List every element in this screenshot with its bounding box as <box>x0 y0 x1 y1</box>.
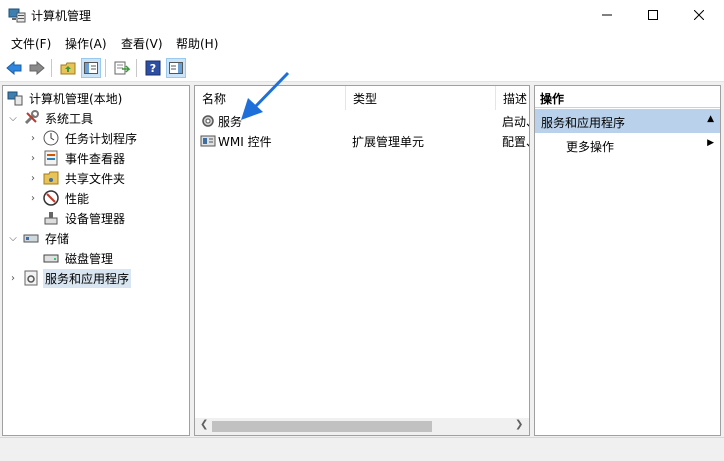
tree-item-root[interactable]: 计算机管理(本地) <box>7 88 124 108</box>
scroll-right-icon[interactable]: ❯ <box>515 419 523 430</box>
help-icon[interactable]: ? <box>143 58 163 78</box>
detail-list[interactable]: 名称 类型 描述 服务 启动、 WMI 控件 扩展管理单元 配置、 ❮ ❯ <box>194 85 530 436</box>
maximize-button[interactable] <box>630 0 676 30</box>
clock-icon <box>43 130 59 146</box>
chevron-right-icon[interactable]: › <box>27 152 39 164</box>
collapse-icon[interactable]: ▲ <box>707 114 714 124</box>
close-button[interactable] <box>676 0 722 30</box>
show-tree-icon[interactable] <box>81 58 101 78</box>
actions-group-label: 服务和应用程序 <box>541 116 626 130</box>
window-title: 计算机管理 <box>31 9 92 23</box>
services-apps-icon <box>23 270 39 286</box>
tree-item-disk-management[interactable]: 磁盘管理 <box>39 248 115 268</box>
navigation-tree[interactable]: 计算机管理(本地) ⌵ 系统工具 › 任务计划程序 › 事件查看器 › 共享文件… <box>2 85 190 436</box>
horizontal-scrollbar[interactable]: ❮ ❯ <box>195 418 529 435</box>
chevron-right-icon[interactable]: › <box>27 132 39 144</box>
chevron-down-icon[interactable]: ⌵ <box>7 112 19 124</box>
tree-item-event-viewer[interactable]: › 事件查看器 <box>27 148 127 168</box>
chevron-right-icon[interactable]: › <box>7 272 19 284</box>
tree-item-device-manager[interactable]: 设备管理器 <box>39 208 127 228</box>
toolbar-separator <box>136 59 137 77</box>
chevron-right-icon[interactable]: › <box>27 172 39 184</box>
menu-action[interactable]: 操作(A) <box>65 35 107 52</box>
scroll-left-icon[interactable]: ❮ <box>200 419 208 430</box>
minimize-button[interactable] <box>584 0 630 30</box>
back-icon[interactable] <box>4 58 24 78</box>
menu-help[interactable]: 帮助(H) <box>176 35 218 52</box>
item-description: 配置、 <box>502 135 529 149</box>
tree-item-shared-folders[interactable]: › 共享文件夹 <box>27 168 127 188</box>
actions-group-header[interactable]: 服务和应用程序 ▲ <box>535 109 720 133</box>
up-folder-icon[interactable] <box>58 58 78 78</box>
forward-icon[interactable] <box>27 58 47 78</box>
tree-item-services-apps[interactable]: › 服务和应用程序 <box>7 268 132 288</box>
svg-text:?: ? <box>150 62 156 75</box>
chevron-right-icon: ▶ <box>707 138 714 148</box>
list-item[interactable]: WMI 控件 扩展管理单元 配置、 <box>195 131 529 151</box>
annotation-arrow <box>241 71 290 120</box>
wmi-control-icon <box>200 133 216 152</box>
actions-title: 操作 <box>535 86 720 108</box>
item-description: 启动、 <box>502 115 529 129</box>
chevron-down-icon[interactable]: ⌵ <box>7 232 19 244</box>
tree-item-system-tools[interactable]: ⌵ 系统工具 <box>7 108 95 128</box>
title-bar: 计算机管理 <box>0 0 724 30</box>
toolbar-separator <box>105 59 106 77</box>
menu-file[interactable]: 文件(F) <box>11 35 51 52</box>
item-type: 扩展管理单元 <box>352 135 425 149</box>
status-bar <box>0 437 724 461</box>
export-list-icon[interactable] <box>112 58 132 78</box>
chevron-right-icon[interactable]: › <box>27 192 39 204</box>
tree-item-storage[interactable]: ⌵ 存储 <box>7 228 71 248</box>
actions-pane: 操作 服务和应用程序 ▲ 更多操作 ▶ <box>534 85 721 436</box>
scrollbar-thumb[interactable] <box>212 421 432 432</box>
column-header-description[interactable]: 描述 <box>496 86 529 110</box>
menu-bar: 文件(F) 操作(A) 查看(V) 帮助(H) <box>0 30 724 54</box>
tree-item-task-scheduler[interactable]: › 任务计划程序 <box>27 128 139 148</box>
device-manager-icon <box>43 210 59 226</box>
action-pane-icon[interactable] <box>166 58 186 78</box>
more-actions-item[interactable]: 更多操作 ▶ <box>535 134 720 156</box>
computer-management-icon <box>7 90 23 106</box>
system-tools-icon <box>23 110 39 126</box>
gear-icon <box>200 113 216 132</box>
disk-icon <box>43 250 59 266</box>
shared-folder-icon <box>43 170 59 186</box>
performance-icon <box>43 190 59 206</box>
menu-view[interactable]: 查看(V) <box>121 35 163 52</box>
storage-icon <box>23 230 39 246</box>
toolbar: ? <box>0 54 724 82</box>
item-name: WMI 控件 <box>218 135 272 149</box>
toolbar-separator <box>51 59 52 77</box>
column-header-type[interactable]: 类型 <box>346 86 496 110</box>
event-viewer-icon <box>43 150 59 166</box>
tree-item-performance[interactable]: › 性能 <box>27 188 91 208</box>
more-actions-label: 更多操作 <box>566 140 615 154</box>
computer-management-icon <box>8 7 26 23</box>
